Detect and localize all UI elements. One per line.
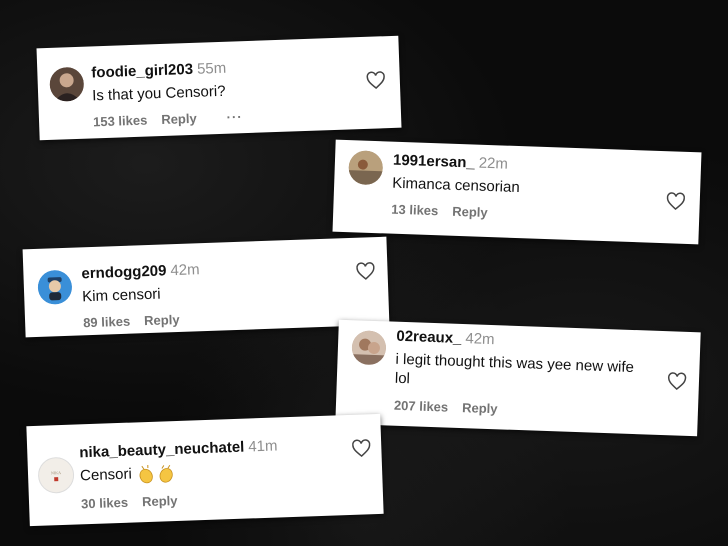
heart-outline-icon[interactable] bbox=[351, 438, 372, 459]
comment-text: Kim censori bbox=[81, 285, 161, 306]
svg-text:NIKA: NIKA bbox=[51, 470, 61, 475]
reply-button[interactable]: Reply bbox=[161, 111, 197, 127]
username-text[interactable]: foodie_girl203 bbox=[91, 61, 193, 82]
likes-count[interactable]: 153 likes bbox=[93, 113, 148, 130]
comment-actions: 153 likes Reply ··· bbox=[93, 109, 243, 129]
username-text[interactable]: 02reaux_ bbox=[396, 328, 462, 347]
comment-card: 1991ersan_ 22m Kimanca censorian 13 likes… bbox=[332, 139, 702, 245]
comment-card: erndogg209 42m Kim censori 89 likes Reply bbox=[22, 236, 390, 338]
comment-username[interactable]: 1991ersan_ 22m bbox=[393, 152, 508, 173]
username-text[interactable]: nika_beauty_neuchatel bbox=[79, 439, 245, 462]
comment-username[interactable]: erndogg209 42m bbox=[81, 261, 200, 282]
comment-actions: 207 likes Reply bbox=[394, 398, 498, 417]
likes-count[interactable]: 30 likes bbox=[81, 495, 128, 512]
comment-card: foodie_girl203 55m Is that you Censori? 1… bbox=[36, 35, 402, 141]
comment-card: 02reaux_ 42m i legit thought this was yee… bbox=[335, 319, 701, 437]
heart-outline-icon[interactable] bbox=[365, 70, 386, 91]
comment-text-line-2: lol bbox=[394, 369, 411, 388]
avatar[interactable] bbox=[348, 150, 384, 186]
avatar[interactable] bbox=[351, 330, 387, 366]
comment-username[interactable]: nika_beauty_neuchatel 41m bbox=[79, 437, 278, 461]
avatar[interactable] bbox=[37, 269, 73, 305]
comment-actions: 13 likes Reply bbox=[391, 202, 488, 220]
username-text[interactable]: erndogg209 bbox=[81, 262, 167, 282]
avatar[interactable] bbox=[49, 66, 85, 102]
comment-username[interactable]: 02reaux_ 42m bbox=[396, 328, 495, 348]
comment-text: Censori bbox=[80, 463, 178, 486]
comment-timestamp: 42m bbox=[170, 261, 200, 280]
comment-text: Is that you Censori? bbox=[91, 82, 226, 105]
comment-timestamp: 22m bbox=[478, 154, 509, 173]
clapping-hands-emoji bbox=[139, 464, 173, 484]
reply-button[interactable]: Reply bbox=[142, 493, 178, 509]
more-options-button[interactable]: ··· bbox=[226, 109, 243, 125]
comment-text-line-1: i legit thought this was yee new wife bbox=[395, 350, 635, 377]
likes-count[interactable]: 13 likes bbox=[391, 202, 438, 219]
reply-button[interactable]: Reply bbox=[462, 400, 498, 416]
likes-count[interactable]: 89 likes bbox=[83, 314, 130, 331]
comment-timestamp: 55m bbox=[196, 59, 227, 78]
comment-text-content: Censori bbox=[79, 465, 133, 485]
heart-outline-icon[interactable] bbox=[667, 371, 688, 392]
reply-button[interactable]: Reply bbox=[452, 204, 488, 220]
comment-card: NIKA nika_beauty_neuchatel 41m Censori 30… bbox=[26, 413, 384, 527]
comment-timestamp: 41m bbox=[248, 437, 278, 456]
comment-actions: 89 likes Reply bbox=[83, 312, 180, 330]
heart-outline-icon[interactable] bbox=[355, 261, 376, 282]
username-text[interactable]: 1991ersan_ bbox=[393, 152, 475, 172]
comment-text: Kimanca censorian bbox=[391, 174, 521, 197]
heart-outline-icon[interactable] bbox=[665, 191, 686, 212]
avatar[interactable]: NIKA bbox=[37, 456, 75, 494]
reply-button[interactable]: Reply bbox=[144, 312, 180, 328]
comment-actions: 30 likes Reply bbox=[81, 493, 178, 511]
likes-count[interactable]: 207 likes bbox=[394, 398, 449, 415]
comment-timestamp: 42m bbox=[465, 330, 495, 349]
comment-username[interactable]: foodie_girl203 55m bbox=[91, 60, 226, 82]
